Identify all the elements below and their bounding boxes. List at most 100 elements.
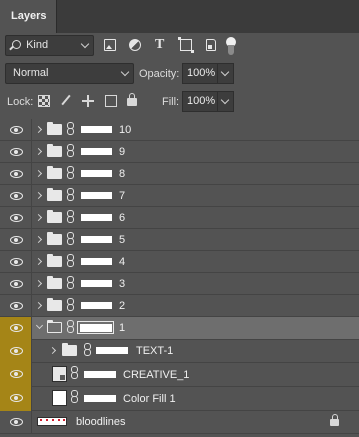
layer-name[interactable]: 7 [119, 190, 125, 202]
layer-name[interactable]: 3 [119, 278, 125, 290]
fill-input[interactable]: 100% [182, 91, 218, 112]
visibility-cell[interactable] [0, 387, 32, 411]
visibility-cell[interactable] [0, 251, 32, 273]
opacity-input[interactable]: 100% [182, 63, 218, 84]
layer-row[interactable]: 5 [0, 229, 359, 251]
visibility-cell[interactable] [0, 163, 32, 185]
layer-row[interactable]: 4 [0, 251, 359, 273]
link-icon[interactable] [67, 166, 74, 182]
fill-dropdown[interactable] [218, 91, 234, 112]
link-icon[interactable] [67, 276, 74, 292]
layer-mask-thumbnail[interactable] [81, 170, 112, 177]
adjustment-filter-icon[interactable] [129, 39, 141, 51]
link-icon[interactable] [67, 232, 74, 248]
layer-mask-thumbnail[interactable] [77, 321, 114, 334]
tab-layers[interactable]: Layers [0, 0, 56, 33]
layer-row[interactable]: Color Fill 1 [0, 387, 359, 411]
layer-mask-thumbnail[interactable] [81, 192, 112, 199]
expand-arrow-icon[interactable] [34, 213, 43, 222]
filter-kind-select[interactable]: Kind [5, 35, 94, 56]
layer-row[interactable]: TEXT-1 [0, 340, 359, 363]
smart-object-filter-icon[interactable] [206, 39, 216, 51]
layer-row[interactable]: 3 [0, 273, 359, 295]
link-icon[interactable] [67, 298, 74, 314]
link-icon[interactable] [71, 390, 78, 406]
layer-mask-thumbnail[interactable] [81, 302, 112, 309]
layer-name[interactable]: 4 [119, 256, 125, 268]
layer-mask-thumbnail[interactable] [84, 395, 116, 402]
visibility-cell[interactable] [0, 185, 32, 207]
layer-name[interactable]: 1 [119, 322, 125, 334]
expand-arrow-icon[interactable] [34, 301, 43, 310]
type-filter-icon[interactable]: T [155, 37, 167, 52]
link-icon[interactable] [71, 366, 78, 382]
link-icon[interactable] [67, 210, 74, 226]
image-filter-icon[interactable] [104, 39, 116, 51]
layer-row[interactable]: 7 [0, 185, 359, 207]
layer-mask-thumbnail[interactable] [81, 126, 112, 133]
visibility-cell[interactable] [0, 317, 32, 340]
lock-transparent-pixels-icon[interactable] [38, 95, 50, 107]
layer-name[interactable]: Color Fill 1 [123, 393, 176, 405]
layer-name[interactable]: 2 [119, 300, 125, 312]
color-fill-thumbnail[interactable] [52, 390, 67, 406]
collapse-arrow-icon[interactable] [35, 321, 44, 330]
visibility-cell[interactable] [0, 229, 32, 251]
expand-arrow-icon[interactable] [48, 346, 57, 355]
expand-arrow-icon[interactable] [34, 279, 43, 288]
link-icon[interactable] [67, 122, 74, 138]
lock-position-icon[interactable] [82, 95, 94, 107]
layer-row[interactable]: 9 [0, 141, 359, 163]
visibility-cell[interactable] [0, 295, 32, 317]
layer-mask-thumbnail[interactable] [96, 347, 128, 354]
lock-image-pixels-icon[interactable] [60, 95, 72, 107]
layer-name[interactable]: TEXT-1 [136, 345, 173, 357]
visibility-cell[interactable] [0, 207, 32, 229]
layer-mask-thumbnail[interactable] [81, 236, 112, 243]
layer-row[interactable]: CREATIVE_1 [0, 363, 359, 387]
visibility-cell[interactable] [0, 141, 32, 163]
link-icon[interactable] [84, 343, 91, 359]
layer-name[interactable]: CREATIVE_1 [123, 369, 189, 381]
expand-arrow-icon[interactable] [34, 191, 43, 200]
visibility-cell[interactable] [0, 273, 32, 295]
visibility-cell[interactable] [0, 340, 32, 363]
layer-row[interactable]: 6 [0, 207, 359, 229]
expand-arrow-icon[interactable] [34, 147, 43, 156]
layer-name[interactable]: 9 [119, 146, 125, 158]
expand-arrow-icon[interactable] [34, 235, 43, 244]
layer-name[interactable]: bloodlines [76, 416, 126, 428]
layer-mask-thumbnail[interactable] [81, 214, 112, 221]
link-icon[interactable] [67, 254, 74, 270]
visibility-cell[interactable] [0, 411, 32, 434]
expand-arrow-icon[interactable] [34, 169, 43, 178]
opacity-dropdown[interactable] [218, 63, 234, 84]
expand-arrow-icon[interactable] [34, 257, 43, 266]
shape-filter-icon[interactable] [178, 37, 194, 53]
layer-row-selected[interactable]: 1 [0, 317, 359, 340]
layer-name[interactable]: 6 [119, 212, 125, 224]
smart-object-thumbnail[interactable] [52, 366, 67, 382]
visibility-cell[interactable] [0, 363, 32, 387]
layer-row[interactable]: bloodlines [0, 411, 359, 434]
layer-row[interactable]: 2 [0, 295, 359, 317]
filter-toggle[interactable] [226, 37, 236, 55]
layer-mask-thumbnail[interactable] [81, 280, 112, 287]
expand-arrow-icon[interactable] [34, 125, 43, 134]
lock-artboard-icon[interactable] [105, 95, 117, 107]
layer-mask-thumbnail[interactable] [84, 371, 116, 378]
link-icon[interactable] [67, 144, 74, 160]
layer-thumbnail[interactable] [37, 417, 67, 426]
link-icon[interactable] [67, 320, 74, 336]
layer-row[interactable]: 8 [0, 163, 359, 185]
lock-all-icon[interactable] [127, 93, 137, 106]
layer-mask-thumbnail[interactable] [81, 258, 112, 265]
layer-name[interactable]: 10 [119, 124, 131, 136]
blend-mode-select[interactable]: Normal [5, 63, 134, 84]
link-icon[interactable] [67, 188, 74, 204]
layer-mask-thumbnail[interactable] [81, 148, 112, 155]
layer-name[interactable]: 5 [119, 234, 125, 246]
layer-row[interactable]: 10 [0, 119, 359, 141]
visibility-cell[interactable] [0, 119, 32, 141]
layer-name[interactable]: 8 [119, 168, 125, 180]
